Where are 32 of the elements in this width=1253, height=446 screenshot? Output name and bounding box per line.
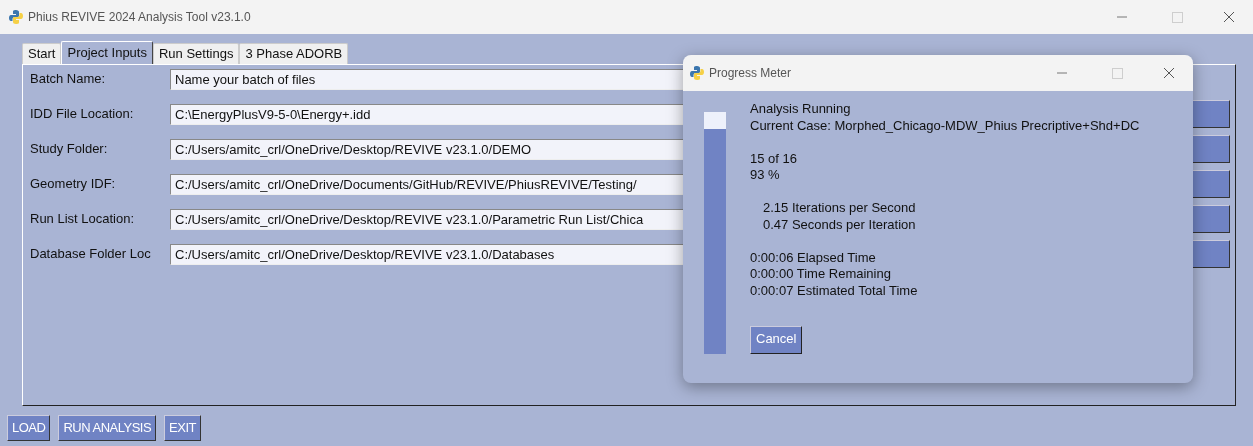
browse-button[interactable] bbox=[1190, 135, 1230, 163]
python-logo-icon bbox=[8, 9, 24, 25]
status-text: 0.47 Seconds per Iteration bbox=[763, 216, 917, 233]
tab[interactable]: Start bbox=[22, 43, 62, 64]
python-logo-icon bbox=[689, 65, 705, 81]
field-label: Batch Name: bbox=[30, 70, 107, 89]
close-icon[interactable] bbox=[1163, 67, 1175, 79]
action-button[interactable]: RUN ANALYSIS bbox=[58, 415, 157, 441]
status-text: 15 of 16 bbox=[750, 150, 798, 167]
browse-button[interactable] bbox=[1190, 205, 1230, 233]
tab[interactable]: Project Inputs bbox=[61, 41, 153, 64]
action-button[interactable]: LOAD bbox=[7, 415, 51, 441]
field-label: Run List Location: bbox=[30, 210, 136, 229]
status-text: 0:00:07 Estimated Total Time bbox=[750, 282, 919, 299]
browse-button[interactable] bbox=[1190, 170, 1230, 198]
field-label: Geometry IDF: bbox=[30, 175, 117, 194]
field-label: Database Folder Loc bbox=[30, 245, 152, 264]
status-text: 0:00:00 Time Remaining bbox=[750, 266, 892, 283]
action-button[interactable]: EXIT bbox=[164, 415, 201, 441]
browse-button[interactable] bbox=[1190, 100, 1230, 128]
status-text: 0:00:06 Elapsed Time bbox=[750, 249, 877, 266]
status-text: Analysis Running bbox=[750, 101, 852, 118]
status-text: 93 % bbox=[750, 167, 781, 184]
field-label: Study Folder: bbox=[30, 140, 109, 159]
tab[interactable]: 3 Phase ADORB bbox=[239, 43, 349, 64]
cancel-button[interactable]: Cancel bbox=[750, 325, 803, 354]
dialog-title: Progress Meter bbox=[709, 65, 792, 82]
window-title: Phius REVIVE 2024 Analysis Tool v23.1.0 bbox=[28, 9, 251, 26]
browse-button[interactable] bbox=[1190, 240, 1230, 268]
tab[interactable]: Run Settings bbox=[152, 43, 240, 64]
close-icon[interactable] bbox=[1223, 11, 1235, 23]
field-label: IDD File Location: bbox=[30, 105, 135, 124]
